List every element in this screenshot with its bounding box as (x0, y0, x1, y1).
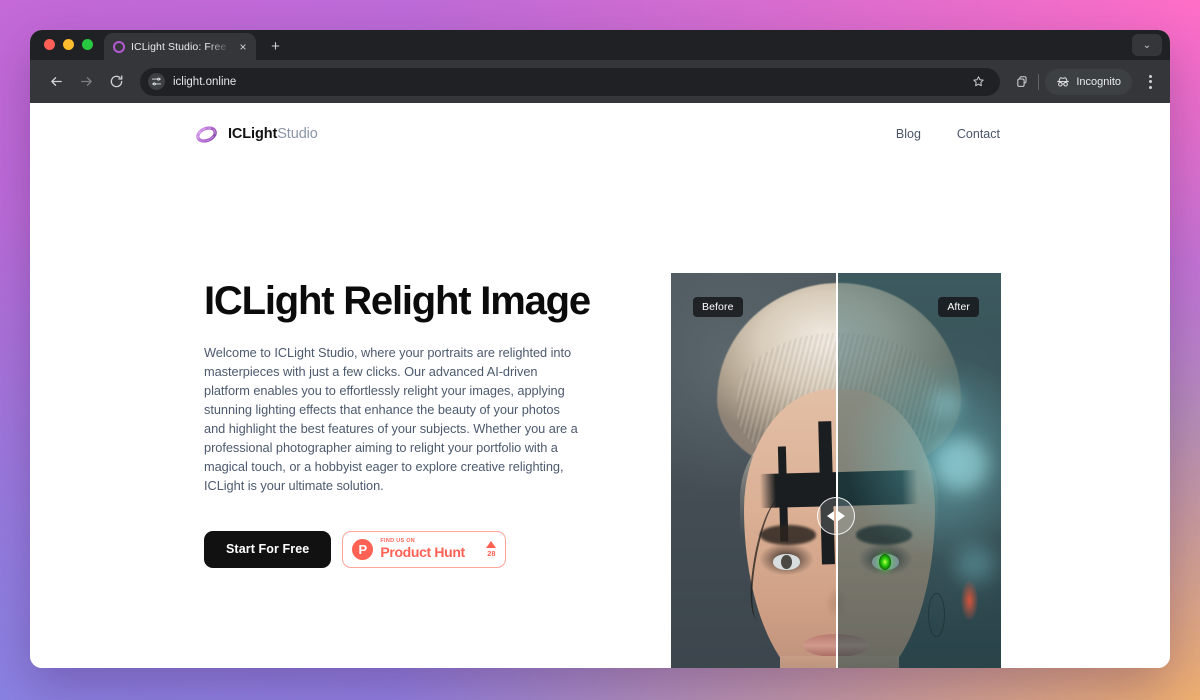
before-label: Before (693, 297, 743, 317)
nav-link-contact[interactable]: Contact (957, 127, 1000, 141)
brand-name-light: Studio (277, 126, 318, 142)
back-icon[interactable] (42, 68, 70, 96)
product-hunt-count: 28 (487, 548, 496, 558)
before-after-comparison[interactable]: Before After (671, 273, 1001, 668)
new-tab-button[interactable]: + (267, 38, 284, 55)
nav-link-blog[interactable]: Blog (896, 127, 921, 141)
purple-swirl-logo-icon (194, 122, 219, 147)
after-label: After (938, 297, 979, 317)
hero-copy: ICLight Relight Image Welcome to ICLight… (30, 165, 670, 568)
after-image-half (836, 273, 1001, 668)
browser-menu-icon[interactable] (1140, 72, 1160, 92)
upvote-triangle-icon (486, 540, 497, 548)
forward-icon[interactable] (72, 68, 100, 96)
start-for-free-button[interactable]: Start For Free (204, 530, 332, 568)
product-hunt-title: Product Hunt (380, 544, 465, 561)
tab-title: ICLight Studio: Free AI-Power (131, 40, 230, 53)
browser-toolbar: iclight.online Incognito (30, 60, 1170, 103)
url-text: iclight.online (173, 75, 237, 88)
site-header: ICLightStudio Blog Contact (30, 103, 1170, 165)
cta-row: Start For Free P FIND US ON Product Hunt… (204, 530, 670, 568)
close-window-button[interactable] (44, 38, 55, 50)
comparison-slider-handle[interactable] (817, 497, 855, 535)
product-hunt-logo-icon: P (352, 538, 374, 560)
product-hunt-badge[interactable]: P FIND US ON Product Hunt 28 (342, 530, 507, 568)
page-content: ICLightStudio Blog Contact ICLight Relig… (30, 103, 1170, 668)
reload-icon[interactable] (102, 68, 130, 96)
tab-favicon-icon (113, 40, 125, 53)
close-tab-icon[interactable]: × (236, 40, 250, 54)
browser-tab[interactable]: ICLight Studio: Free AI-Power × (104, 33, 256, 60)
tab-strip: ICLight Studio: Free AI-Power × + ⌄ (30, 30, 1170, 60)
brand-name-bold: ICLight (228, 126, 278, 142)
omnibox-actions (968, 72, 990, 92)
brand-logo[interactable]: ICLightStudio (194, 122, 318, 147)
window-traffic-lights (44, 30, 93, 60)
maximize-window-button[interactable] (82, 38, 93, 50)
brand-name: ICLightStudio (228, 126, 318, 142)
before-image (671, 273, 836, 668)
arrow-right-icon (838, 511, 845, 521)
after-image (836, 273, 1001, 668)
incognito-label: Incognito (1076, 75, 1121, 88)
address-bar[interactable]: iclight.online (140, 67, 1001, 96)
page-title: ICLight Relight Image (204, 279, 591, 323)
site-settings-icon[interactable] (148, 73, 165, 90)
comparison-divider (836, 273, 838, 668)
toolbar-divider (1038, 73, 1040, 90)
share-icon[interactable] (1012, 72, 1032, 92)
product-hunt-text: FIND US ON Product Hunt (380, 538, 479, 561)
browser-window: ICLight Studio: Free AI-Power × + ⌄ icli… (30, 30, 1170, 668)
chevron-down-icon[interactable]: ⌄ (1132, 34, 1162, 56)
main-nav: Blog Contact (896, 127, 1000, 141)
arrow-left-icon (827, 511, 834, 521)
minimize-window-button[interactable] (63, 38, 74, 50)
bookmark-star-icon[interactable] (968, 72, 988, 92)
product-hunt-upvote[interactable]: 28 (486, 540, 497, 558)
incognito-indicator[interactable]: Incognito (1045, 68, 1132, 95)
incognito-hat-icon (1057, 76, 1070, 87)
hero-paragraph: Welcome to ICLight Studio, where your po… (204, 345, 578, 493)
before-image-half (671, 273, 836, 668)
